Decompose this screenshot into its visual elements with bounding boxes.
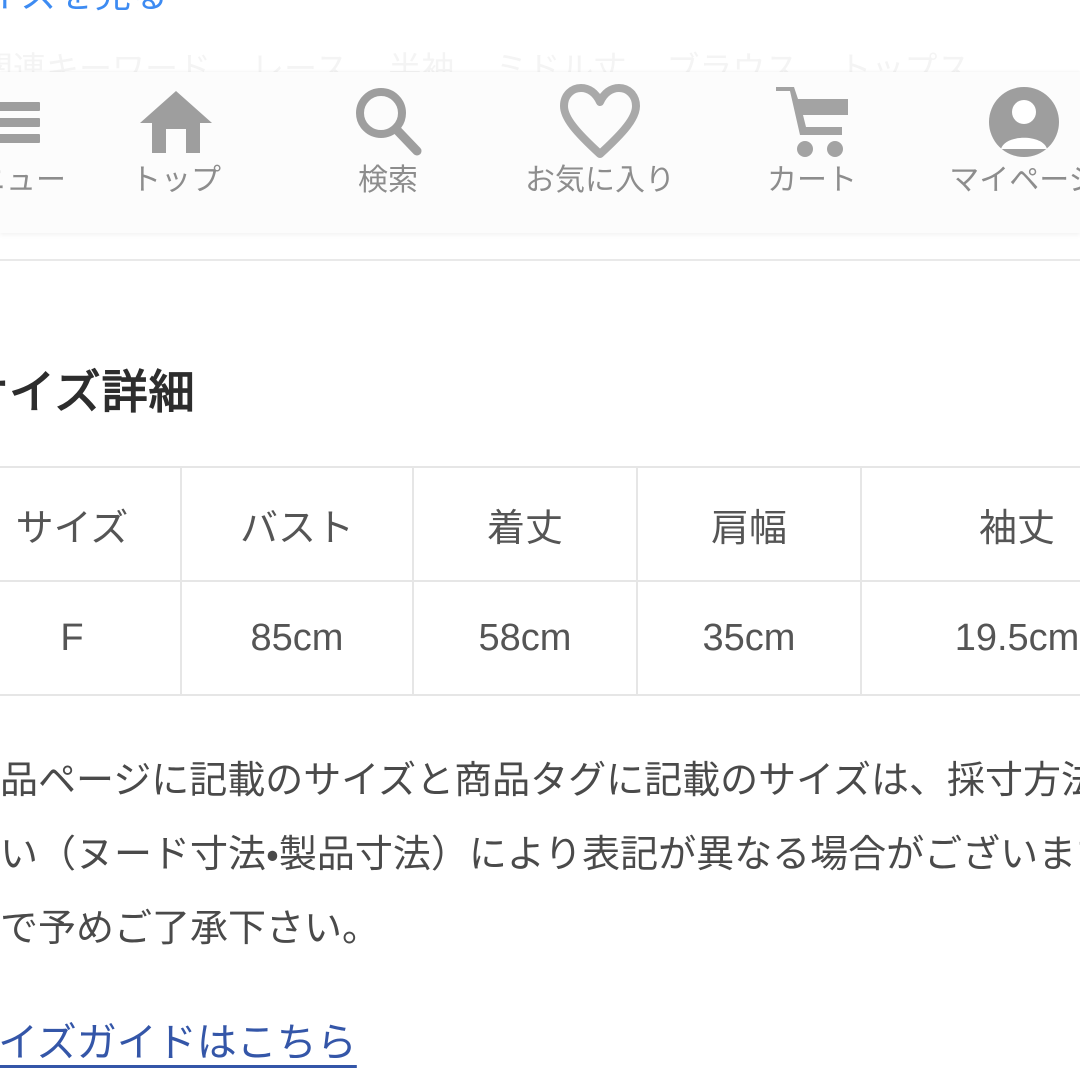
table-cell-length: 58cm: [412, 580, 638, 696]
search-icon: [351, 86, 425, 158]
nav-item-favorite-label: お気に入り: [525, 164, 675, 197]
nav-item-cart-label: カート: [767, 164, 857, 197]
person-account-icon: [985, 86, 1063, 158]
table-cell-sleeve: 19.5cm: [860, 580, 1080, 696]
size-guide-link[interactable]: サイズガイドはこちら: [0, 1010, 357, 1068]
disclaimer-line: 商品ページに記載のサイズと商品タグに記載のサイズは、採寸方法の: [0, 760, 1080, 802]
nav-item-search[interactable]: 検索: [282, 72, 494, 197]
nav-item-favorite[interactable]: お気に入り: [494, 72, 706, 197]
nav-item-mypage[interactable]: マイページ: [918, 72, 1080, 197]
nav-item-menu[interactable]: メニュー: [0, 72, 70, 197]
hamburger-menu-icon: [0, 86, 42, 158]
table-cell-shoulder: 35cm: [636, 580, 862, 696]
page-title: サイズ詳細: [0, 366, 196, 419]
global-nav-bar: メニュー トップ 検索: [0, 72, 1080, 233]
shopping-cart-icon: [772, 86, 852, 158]
size-disclaimer-text: 商品ページに記載のサイズと商品タグに記載のサイズは、採寸方法の 違い（ヌード寸法…: [0, 744, 1080, 966]
nav-item-top[interactable]: トップ: [70, 72, 282, 197]
table-row: F 85cm 58cm 35cm 19.5cm: [0, 580, 1080, 696]
table-cell-bust: 85cm: [180, 580, 414, 696]
nav-item-top-label: トップ: [131, 164, 221, 197]
table-header-row: サイズ バスト 着丈 肩幅 袖丈: [0, 466, 1080, 582]
top-cutoff-link-area: サイズを見る: [0, 0, 1080, 14]
nav-bar-divider: [0, 259, 1080, 261]
size-table-container: サイズ バスト 着丈 肩幅 袖丈 F 85cm 58cm 35cm 19.5cm: [0, 466, 1080, 696]
home-icon: [138, 86, 214, 158]
nav-item-menu-label: メニュー: [0, 164, 66, 197]
disclaimer-line: 違い（ヌード寸法・製品寸法）により表記が異なる場合がございます: [0, 834, 1080, 876]
table-header-cell: 肩幅: [636, 466, 862, 582]
table-header-cell: サイズ: [0, 466, 182, 582]
top-cutoff-link[interactable]: サイズを見る: [0, 0, 169, 14]
table-cell-size: F: [0, 580, 182, 696]
nav-item-mypage-label: マイページ: [949, 164, 1080, 197]
nav-item-cart[interactable]: カート: [706, 72, 918, 197]
size-table: サイズ バスト 着丈 肩幅 袖丈 F 85cm 58cm 35cm 19.5cm: [0, 466, 1080, 696]
table-header-cell: 着丈: [412, 466, 638, 582]
table-header-cell: バスト: [180, 466, 414, 582]
table-header-cell: 袖丈: [860, 466, 1080, 582]
disclaimer-line: ので予めご了承下さい。: [0, 908, 381, 950]
heart-outline-icon: [558, 84, 642, 158]
nav-item-search-label: 検索: [358, 164, 418, 197]
product-size-detail-page: サイズを見る 関連キーワード レース 半袖 ミドル丈 ブラウス トップス メニュ…: [0, 0, 1080, 1080]
